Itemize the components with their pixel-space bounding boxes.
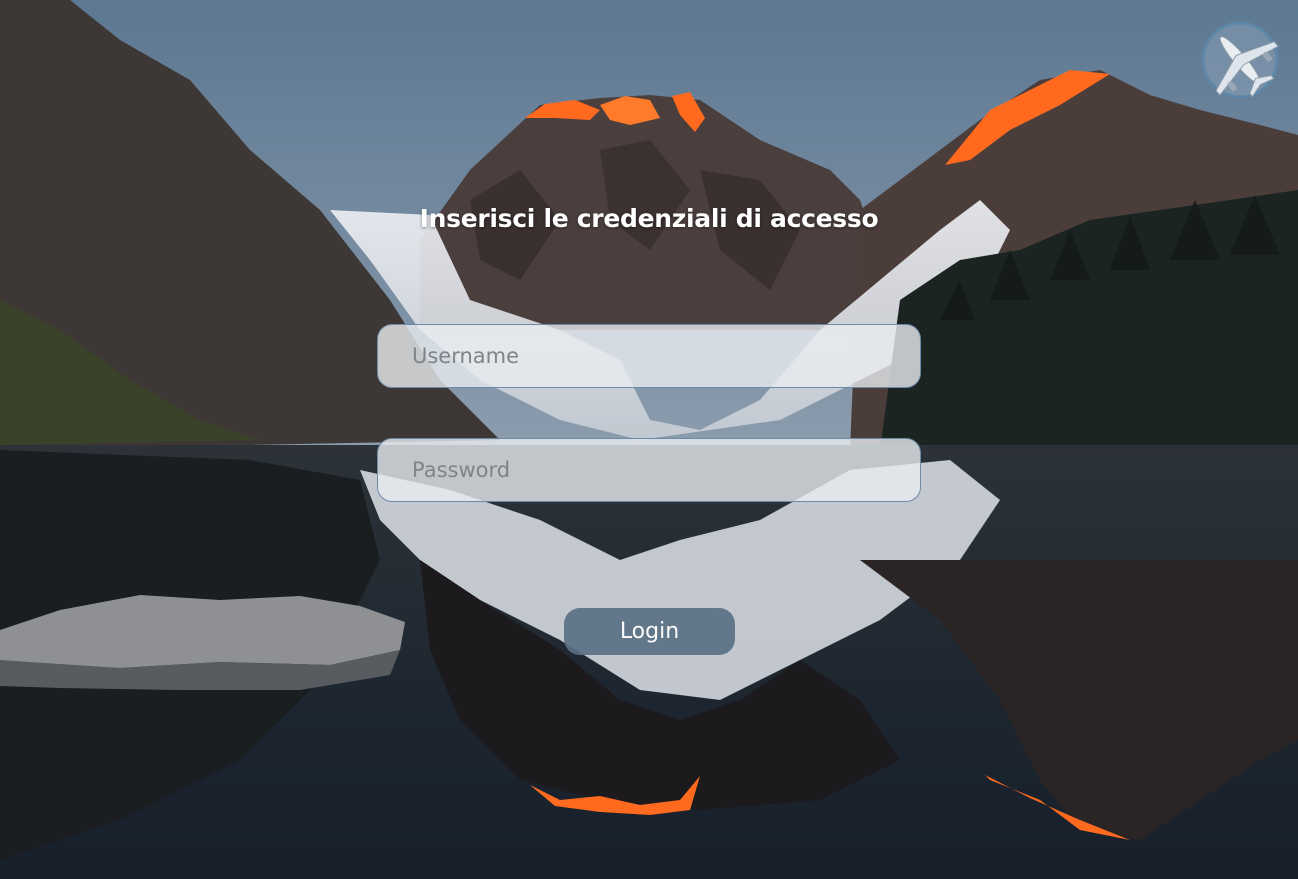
page-title: Inserisci le credenziali di accesso [419, 204, 879, 233]
airplane-icon [1201, 21, 1279, 99]
login-button[interactable]: Login [564, 608, 735, 655]
username-input[interactable] [377, 324, 921, 388]
login-screen: Inserisci le credenziali di accesso Logi… [0, 0, 1298, 879]
password-input[interactable] [377, 438, 921, 502]
